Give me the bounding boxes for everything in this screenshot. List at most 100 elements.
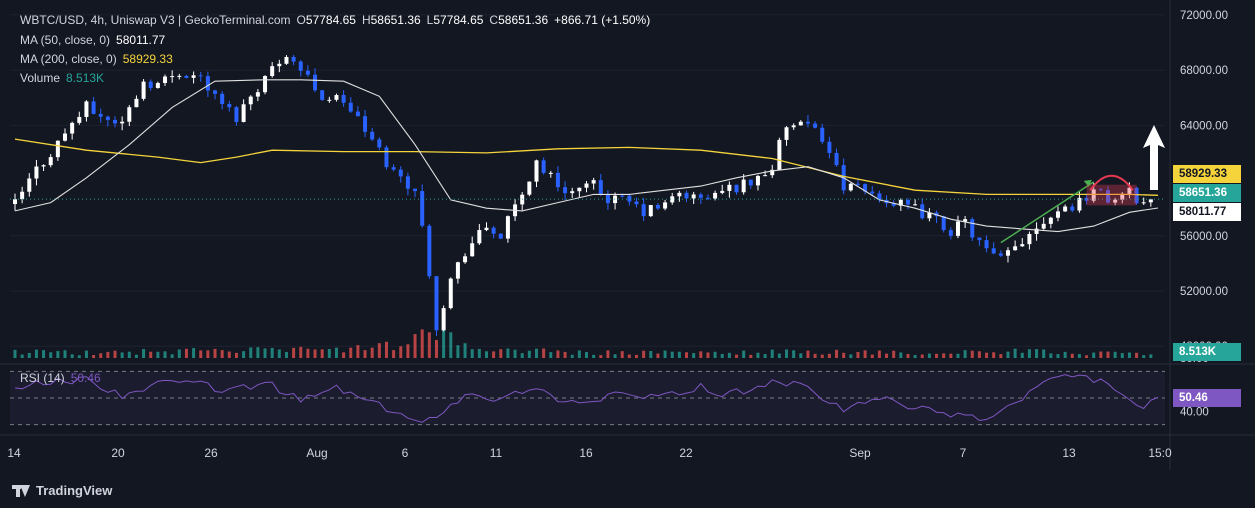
- volume-bar: [1077, 354, 1081, 358]
- volume-bar: [284, 351, 288, 358]
- volume-bar: [484, 351, 488, 358]
- candle-body: [384, 147, 389, 168]
- close-label: C: [489, 13, 499, 27]
- volume-bar: [34, 349, 38, 358]
- candle-body: [720, 190, 725, 193]
- volume-bar: [342, 352, 346, 358]
- candle-body: [348, 102, 353, 112]
- volume-bar: [292, 347, 296, 358]
- candle-body: [648, 205, 653, 217]
- volume-bar: [177, 349, 181, 358]
- candle-body: [555, 172, 560, 188]
- volume-bar: [670, 351, 674, 358]
- candle-body: [977, 237, 982, 241]
- candle-body: [363, 116, 368, 132]
- volume-bar: [399, 346, 403, 358]
- candle-body: [163, 76, 168, 83]
- volume-bar: [992, 352, 996, 358]
- volume-bar: [477, 348, 481, 358]
- volume-bar: [413, 334, 417, 358]
- candle-body: [105, 116, 110, 120]
- candle-body: [684, 192, 689, 199]
- ma200-legend[interactable]: MA (200, close, 0) 58929.33: [20, 52, 179, 66]
- volume-bar: [663, 350, 667, 358]
- volume-bar: [1027, 349, 1031, 358]
- candle-body: [184, 75, 189, 78]
- volume-bar: [713, 351, 717, 358]
- candle-body: [791, 125, 796, 128]
- time-tick-label: 13: [1062, 446, 1076, 460]
- volume-legend[interactable]: Volume 8.513K: [20, 71, 110, 85]
- candle-body: [505, 216, 510, 239]
- volume-bar: [492, 351, 496, 358]
- volume-bar: [1149, 354, 1153, 358]
- volume-bar: [1142, 355, 1146, 358]
- volume-bar: [577, 350, 581, 358]
- volume-bar: [42, 350, 46, 358]
- candle-body: [63, 133, 68, 141]
- high-value: 58651.36: [370, 13, 421, 27]
- ma200-price-badge: 58929.33: [1173, 165, 1241, 183]
- candle-body: [113, 119, 118, 124]
- candle-body: [334, 95, 339, 100]
- volume-bar: [942, 353, 946, 358]
- volume-bar: [699, 351, 703, 358]
- tradingview-brand[interactable]: TradingView: [12, 483, 112, 498]
- candle-body: [291, 56, 296, 62]
- volume-bar: [120, 352, 124, 358]
- ma50-line: [14, 79, 1159, 233]
- candle-body: [827, 141, 832, 153]
- candle-body: [620, 195, 625, 197]
- volume-bar: [949, 353, 953, 358]
- candle-body: [991, 248, 996, 254]
- volume-bar: [835, 349, 839, 358]
- volume-bar: [263, 348, 267, 358]
- volume-bar: [985, 352, 989, 358]
- candle-body: [484, 227, 489, 231]
- candlesticks: [13, 54, 1153, 336]
- volume-bar: [756, 352, 760, 358]
- volume-bar: [27, 352, 31, 358]
- candle-body: [691, 194, 696, 199]
- volume-bar: [242, 351, 246, 358]
- rsi-badge: 50.46: [1173, 389, 1241, 407]
- volume-bar: [763, 354, 767, 358]
- candle-body: [613, 195, 618, 204]
- volume-bar: [470, 349, 474, 358]
- change-value: +866.71 (+1.50%): [554, 13, 651, 27]
- candle-body: [141, 81, 146, 99]
- candle-body: [598, 180, 603, 195]
- rsi-legend[interactable]: RSI (14) 50.46: [20, 371, 107, 385]
- candle-body: [913, 204, 918, 206]
- candle-body: [984, 240, 989, 249]
- volume-bar: [1099, 351, 1103, 358]
- candle-body: [1027, 233, 1032, 245]
- time-tick-label: 7: [960, 446, 967, 460]
- volume-bar: [77, 355, 81, 358]
- candle-body: [548, 172, 553, 174]
- time-tick-label: 11: [490, 446, 503, 460]
- volume-bar: [620, 351, 624, 358]
- candle-body: [998, 253, 1003, 256]
- candle-body: [398, 169, 403, 177]
- high-label: H: [361, 13, 371, 27]
- candle-body: [427, 225, 432, 277]
- ma50-legend[interactable]: MA (50, close, 0) 58011.77: [20, 33, 171, 47]
- volume-bar: [163, 351, 167, 358]
- candle-body: [34, 166, 39, 179]
- volume-bar: [842, 352, 846, 358]
- candle-body: [1070, 206, 1075, 211]
- candle-body: [784, 127, 789, 140]
- trading-chart[interactable]: 72000.00 68000.00 64000.00 56000.00 52000.00…: [0, 0, 1255, 508]
- volume-bar: [999, 354, 1003, 358]
- volume-bar: [456, 345, 460, 358]
- candle-body: [677, 192, 682, 197]
- volume-bar: [870, 354, 874, 358]
- candle-body: [270, 66, 275, 77]
- candle-body: [341, 95, 346, 103]
- price-tick-label: 64000.00: [1180, 120, 1228, 132]
- volume-bar: [856, 351, 860, 358]
- volume-bar: [1092, 352, 1096, 358]
- candle-body: [955, 221, 960, 236]
- low-value: 57784.65: [433, 13, 484, 27]
